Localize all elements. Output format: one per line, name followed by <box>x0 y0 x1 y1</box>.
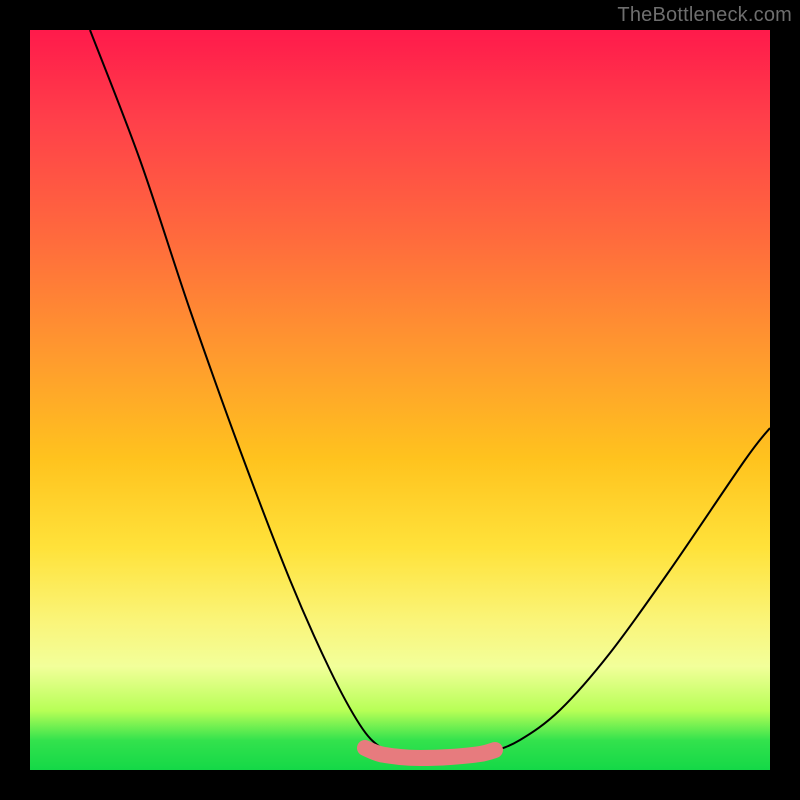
watermark-text: TheBottleneck.com <box>617 4 792 27</box>
bottleneck-curve <box>90 30 770 757</box>
plot-frame <box>30 30 770 770</box>
chart-overlay <box>30 30 770 770</box>
bottom-highlight-segment <box>365 748 495 758</box>
